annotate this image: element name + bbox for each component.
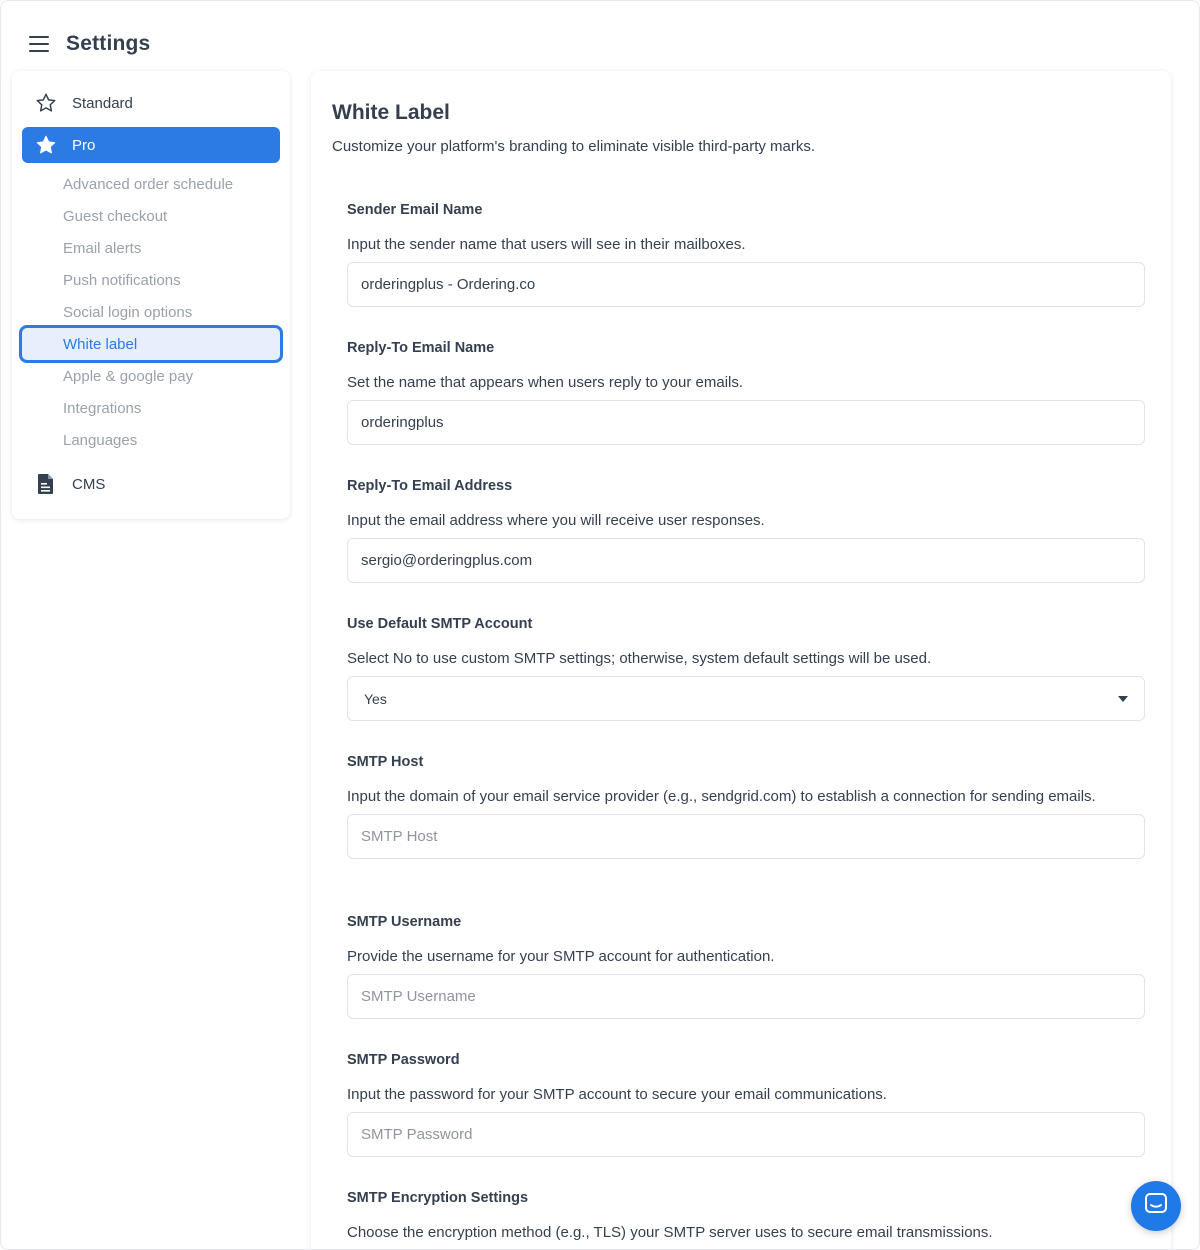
sidebar-subitem-advanced-order-schedule[interactable]: Advanced order schedule [19,166,283,202]
field-label: Use Default SMTP Account [347,616,533,632]
field-label: SMTP Password [347,1052,460,1068]
field-help: Input the domain of your email service p… [347,788,1096,805]
sidebar-item-cms[interactable]: CMS [22,466,280,502]
sidebar-subitem-integrations[interactable]: Integrations [19,390,283,426]
sidebar-subitem-push-notifications[interactable]: Push notifications [19,262,283,298]
settings-sidebar: Standard Pro Advanced order schedule Gue… [12,71,290,519]
use-default-smtp-select[interactable]: Yes [347,676,1145,721]
field-label: SMTP Host [347,754,424,770]
section-description: Customize your platform's branding to el… [332,138,816,155]
field-label: Reply-To Email Name [347,340,495,356]
reply-to-email-address-input[interactable] [347,538,1145,583]
smtp-host-input[interactable] [347,814,1145,859]
sidebar-item-label: CMS [72,475,106,493]
reply-to-email-name-input[interactable] [347,400,1145,445]
sidebar-subitem-languages[interactable]: Languages [19,422,283,458]
field-help: Input the sender name that users will se… [347,236,746,253]
sender-email-name-input[interactable] [347,262,1145,307]
field-smtp-host: SMTP Host Input the domain of your email… [347,754,1145,859]
field-use-default-smtp: Use Default SMTP Account Select No to us… [347,616,1145,721]
smtp-password-input[interactable] [347,1112,1145,1157]
page-title: Settings [66,32,151,55]
star-filled-icon [34,133,58,157]
field-reply-to-email-address: Reply-To Email Address Input the email a… [347,478,1145,583]
white-label-panel: White Label Customize your platform's br… [311,71,1171,1249]
sidebar-subitem-apple-google-pay[interactable]: Apple & google pay [19,358,283,394]
field-smtp-encryption: SMTP Encryption Settings Choose the encr… [347,1190,1145,1244]
field-help: Input the password for your SMTP account… [347,1086,887,1103]
app-window: Settings Standard Pro Advanced order sch… [0,0,1200,1250]
sidebar-item-label: Pro [72,136,96,154]
caret-down-icon [1118,695,1128,702]
document-icon [34,472,58,496]
field-label: SMTP Encryption Settings [347,1190,529,1206]
header: Settings [29,29,150,59]
field-sender-email-name: Sender Email Name Input the sender name … [347,202,1145,307]
field-smtp-username: SMTP Username Provide the username for y… [347,914,1145,1019]
field-help: Set the name that appears when users rep… [347,374,744,391]
field-label: Reply-To Email Address [347,478,513,494]
select-value: Yes [364,690,387,707]
field-label: Sender Email Name [347,202,483,218]
sidebar-item-pro[interactable]: Pro [22,127,280,163]
smtp-username-input[interactable] [347,974,1145,1019]
field-help: Select No to use custom SMTP settings; o… [347,650,932,667]
field-reply-to-email-name: Reply-To Email Name Set the name that ap… [347,340,1145,445]
section-title: White Label [332,101,450,124]
chat-icon [1144,1192,1168,1221]
sidebar-item-label: Standard [72,94,133,112]
sidebar-subitem-email-alerts[interactable]: Email alerts [19,230,283,266]
sidebar-subitem-guest-checkout[interactable]: Guest checkout [19,198,283,234]
chat-launcher-button[interactable] [1131,1181,1181,1231]
sidebar-item-standard[interactable]: Standard [22,85,280,121]
field-help: Choose the encryption method (e.g., TLS)… [347,1224,993,1241]
field-help: Provide the username for your SMTP accou… [347,948,775,965]
star-outline-icon [34,91,58,115]
field-help: Input the email address where you will r… [347,512,765,529]
field-label: SMTP Username [347,914,462,930]
hamburger-menu-icon[interactable] [29,36,49,52]
field-smtp-password: SMTP Password Input the password for you… [347,1052,1145,1157]
